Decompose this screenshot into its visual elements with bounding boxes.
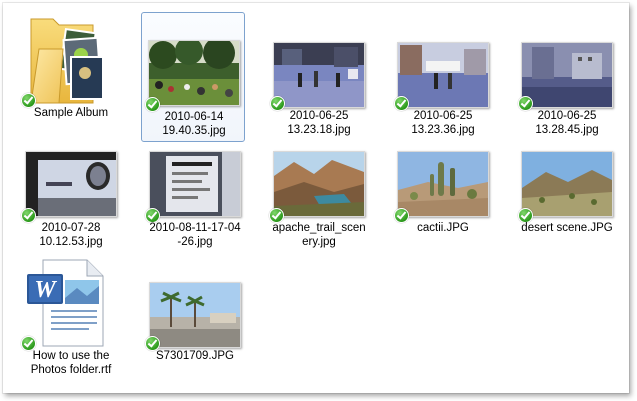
photo-thumbnail [273, 151, 365, 217]
photo-item[interactable]: 2010-07-28 10.12.53.jpg [19, 124, 123, 254]
photo-thumbnail [521, 151, 613, 217]
photo-item[interactable]: 2010-06-25 13.23.36.jpg [391, 12, 495, 142]
photo-thumbnail [397, 42, 489, 108]
photo-item[interactable]: 2010-06-14 19.40.35.jpg [141, 12, 245, 142]
photo-item[interactable]: 2010-06-25 13.23.18.jpg [267, 12, 371, 142]
item-label: 2010-08-11-17-04 -26.jpg [149, 222, 241, 248]
photo-item[interactable]: 2010-06-25 13.28.45.jpg [515, 12, 619, 142]
photo-item[interactable]: 2010-08-11-17-04 -26.jpg [143, 124, 247, 254]
svg-text:W: W [34, 277, 57, 303]
photo-item[interactable]: S7301709.JPG [143, 252, 247, 382]
word-document-icon: W [27, 259, 104, 347]
item-label: S7301709.JPG [155, 350, 234, 362]
photo-thumbnail [273, 42, 365, 108]
document-item[interactable]: W How to use the Photos folder.rtf [19, 252, 123, 382]
item-label: cactii.JPG [417, 222, 469, 234]
photo-item[interactable]: cactii.JPG [391, 124, 495, 254]
item-label: How to use the Photos folder.rtf [30, 350, 112, 376]
folder-icon [30, 18, 104, 104]
photo-item[interactable]: desert scene.JPG [515, 124, 619, 254]
item-label: 2010-07-28 10.12.53.jpg [39, 222, 103, 248]
photo-item[interactable]: apache_trail_scen ery.jpg [267, 124, 371, 254]
photo-thumbnail [521, 42, 613, 108]
item-label: desert scene.JPG [521, 222, 613, 234]
photo-thumbnail [149, 282, 241, 348]
explorer-content-pane: Sample Album 2010-06-14 19.40.35.jpg 201… [3, 3, 629, 393]
photo-thumbnail [149, 151, 241, 217]
item-label: Sample Album [33, 107, 109, 119]
photo-thumbnail [148, 40, 240, 106]
item-label: apache_trail_scen ery.jpg [272, 222, 366, 248]
photo-thumbnail [25, 151, 117, 217]
folder-item-sample-album[interactable]: Sample Album [19, 9, 123, 139]
photo-thumbnail [397, 151, 489, 217]
file-grid: Sample Album 2010-06-14 19.40.35.jpg 201… [3, 3, 629, 393]
